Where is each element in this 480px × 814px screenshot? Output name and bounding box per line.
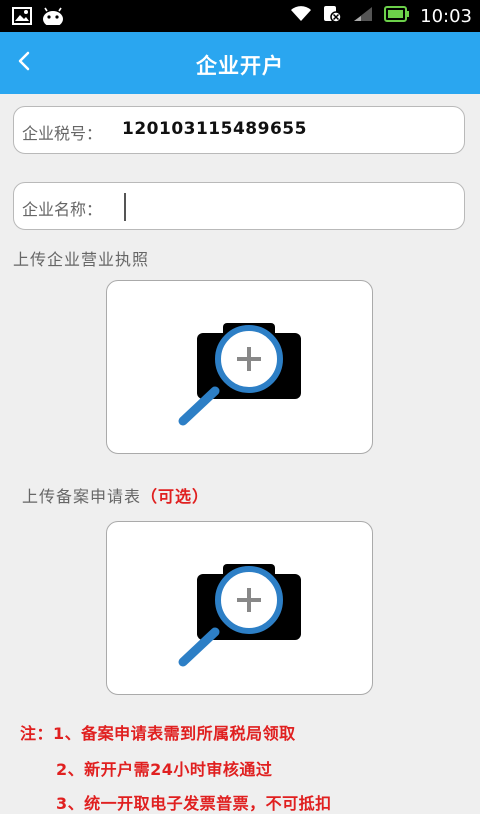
app-bar: 企业开户 (0, 32, 480, 94)
page-title: 企业开户 (196, 54, 284, 78)
tax-id-label: 企业税号： (22, 124, 103, 143)
sim-off-icon (322, 5, 342, 27)
company-name-field[interactable]: 企业名称： (13, 182, 465, 230)
signal-icon (352, 5, 374, 27)
image-icon (12, 7, 32, 29)
license-upload-label: 上传企业营业执照 (13, 250, 150, 269)
note-line-3: 3、统一开取电子发票普票，不可抵扣 (56, 794, 332, 813)
android-icon (42, 7, 64, 29)
note-line-2: 2、新开户需24小时审核通过 (56, 760, 273, 779)
license-upload-button[interactable] (106, 280, 373, 454)
note-line-1: 注：1、备案申请表需到所属税局领取 (20, 724, 296, 743)
tax-id-value[interactable]: 120103115489655 (122, 119, 307, 139)
optional-tag: （可选） (141, 487, 210, 506)
filing-upload-label-text: 上传备案申请表 (22, 487, 142, 506)
status-time: 10:03 (420, 5, 472, 27)
tax-id-field[interactable]: 企业税号： 120103115489655 (13, 106, 465, 154)
battery-icon (384, 6, 410, 26)
company-name-label: 企业名称： (22, 200, 103, 219)
company-name-input[interactable] (124, 193, 452, 221)
filing-upload-label: 上传备案申请表（可选） (22, 483, 209, 507)
filing-upload-button[interactable] (106, 521, 373, 695)
status-bar: 10:03 (0, 0, 480, 32)
wifi-icon (290, 5, 312, 27)
